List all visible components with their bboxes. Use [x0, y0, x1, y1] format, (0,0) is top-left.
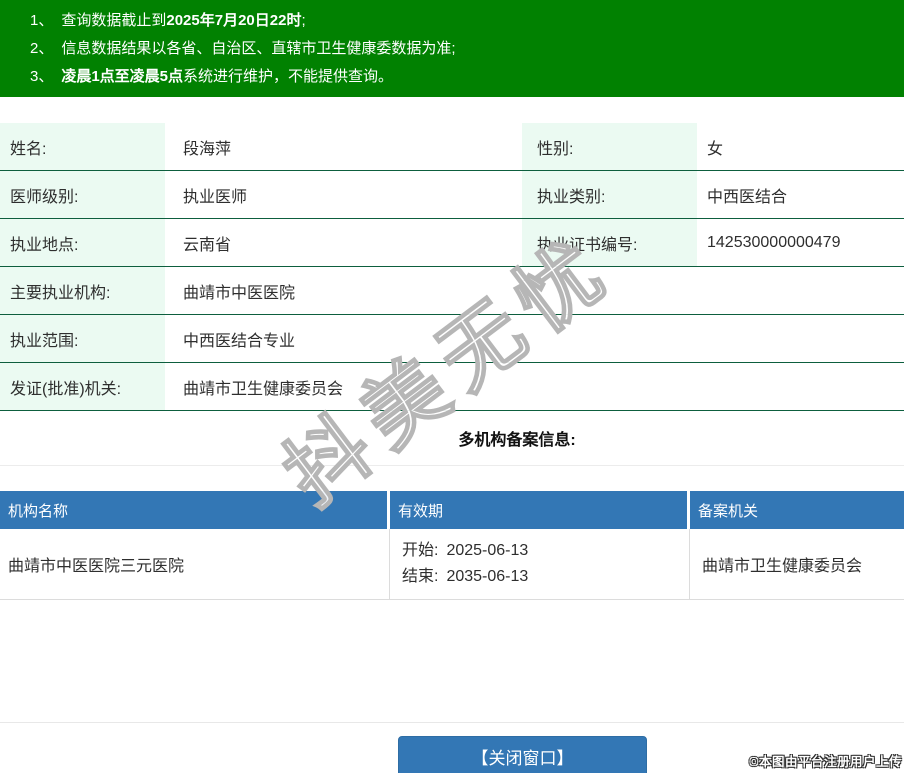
- table-row: 发证(批准)机关: 曲靖市卫生健康委员会: [0, 363, 904, 411]
- location-value: 云南省: [183, 236, 232, 254]
- cert-no-label: 执业证书编号:: [522, 219, 697, 266]
- org-name-header: 机构名称: [0, 491, 387, 529]
- table-row: 执业地点: 云南省 执业证书编号: 142530000000479: [0, 219, 904, 267]
- notice-1-text: 查询数据截止到: [61, 12, 167, 29]
- practitioner-details-table: 姓名: 段海萍 性别: 女 医师级别: 执业医师 执业类别: 中西医结合 执业地…: [0, 123, 904, 411]
- location-label: 执业地点:: [0, 219, 165, 266]
- cert-no-value: 142530000000479: [707, 233, 841, 251]
- table-row: 姓名: 段海萍 性别: 女: [0, 123, 904, 171]
- validity-start-date: 2025-06-13: [446, 542, 529, 559]
- notice-line-3: 3、 凌晨1点至凌晨5点系统进行维护，不能提供查询。: [30, 63, 904, 91]
- org-name-value: 曲靖市中医医院三元医院: [0, 529, 390, 599]
- org-table-header: 机构名称 有效期 备案机关: [0, 491, 904, 529]
- validity-header: 有效期: [390, 491, 687, 529]
- level-value: 执业医师: [183, 188, 248, 206]
- multi-org-section-title: 多机构备案信息:: [0, 411, 904, 466]
- footer-divider: [0, 722, 904, 723]
- notice-1-suffix: ;: [301, 12, 306, 29]
- validity-start-line: 开始: 2025-06-13: [402, 538, 689, 564]
- table-row: 医师级别: 执业医师 执业类别: 中西医结合: [0, 171, 904, 219]
- main-org-value: 曲靖市中医医院: [183, 284, 296, 302]
- notice-line-2: 2、 信息数据结果以各省、自治区、直辖市卫生健康委数据为准;: [30, 35, 904, 63]
- close-window-button[interactable]: 【关闭窗口】: [398, 736, 647, 773]
- category-value: 中西医结合: [707, 188, 788, 206]
- main-org-label: 主要执业机构:: [0, 267, 165, 314]
- level-label: 医师级别:: [0, 171, 165, 218]
- notice-3-suffix: 系统进行维护，不能提供查询。: [183, 68, 394, 85]
- name-value: 段海萍: [183, 140, 232, 158]
- issuer-value: 曲靖市卫生健康委员会: [183, 380, 344, 398]
- table-row: 曲靖市中医医院三元医院 开始: 2025-06-13 结束: 2035-06-13 …: [0, 529, 904, 600]
- notice-2-text: 信息数据结果以各省、自治区、直辖市卫生健康委数据为准;: [61, 40, 456, 57]
- validity-value: 开始: 2025-06-13 结束: 2035-06-13: [390, 529, 690, 599]
- upload-copyright-note: ©本图由平台注册用户上传: [749, 755, 902, 769]
- name-label: 姓名:: [0, 123, 165, 170]
- table-row: 主要执业机构: 曲靖市中医医院: [0, 267, 904, 315]
- validity-end-line: 结束: 2035-06-13: [402, 564, 689, 590]
- issuer-label: 发证(批准)机关:: [0, 363, 165, 410]
- notice-3-number: 3、: [30, 68, 54, 85]
- notice-1-bold: 2025年7月20日22时: [166, 12, 302, 29]
- notice-banner: 1、 查询数据截止到2025年7月20日22时; 2、 信息数据结果以各省、自治区、…: [0, 0, 904, 97]
- validity-end-date: 2035-06-13: [446, 568, 529, 585]
- gender-label: 性别:: [522, 123, 697, 170]
- validity-end-label: 结束:: [402, 568, 439, 585]
- org-filing-table: 机构名称 有效期 备案机关 曲靖市中医医院三元医院 开始: 2025-06-13 …: [0, 491, 904, 600]
- validity-start-label: 开始:: [402, 542, 439, 559]
- authority-value: 曲靖市卫生健康委员会: [702, 558, 863, 575]
- category-label: 执业类别:: [522, 171, 697, 218]
- license-query-page: 1、 查询数据截止到2025年7月20日22时; 2、 信息数据结果以各省、自治区、…: [0, 0, 904, 773]
- notice-line-1: 1、 查询数据截止到2025年7月20日22时;: [30, 7, 904, 35]
- gender-value: 女: [707, 140, 724, 158]
- notice-3-bold: 凌晨1点至凌晨5点: [61, 68, 184, 85]
- table-row: 执业范围: 中西医结合专业: [0, 315, 904, 363]
- notice-2-number: 2、: [30, 40, 54, 57]
- scope-label: 执业范围:: [0, 315, 165, 362]
- notice-1-number: 1、: [30, 12, 54, 29]
- authority-header: 备案机关: [690, 491, 904, 529]
- scope-value: 中西医结合专业: [183, 332, 296, 350]
